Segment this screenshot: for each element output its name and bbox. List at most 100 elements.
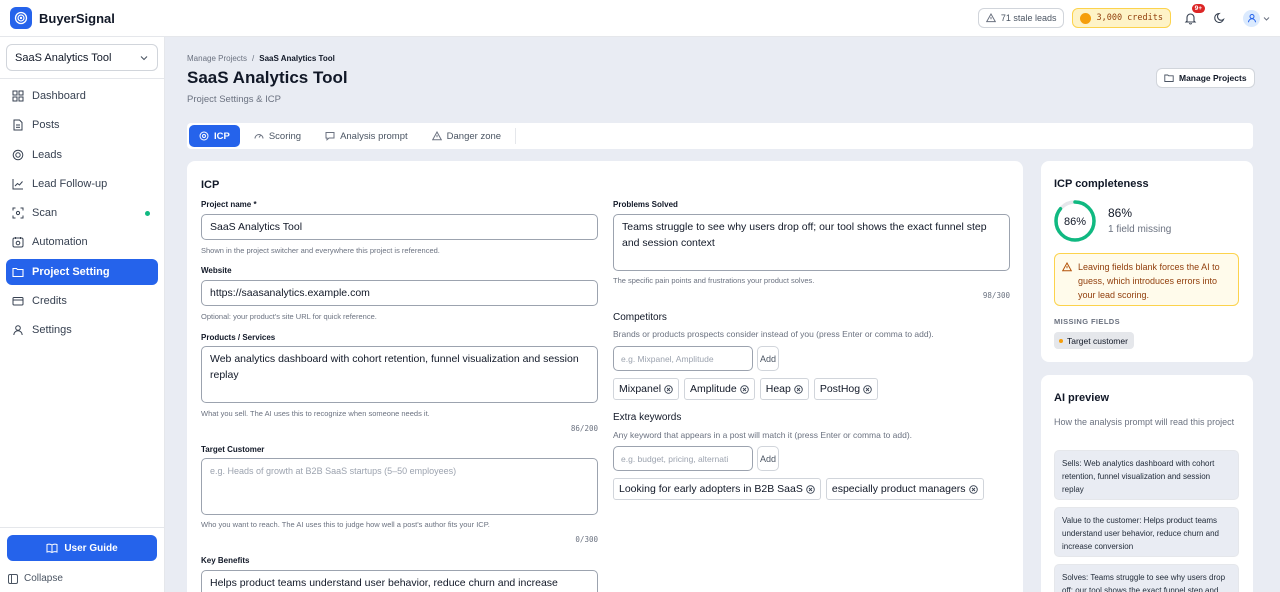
completeness-percent: 86% <box>1108 206 1133 220</box>
coin-icon <box>1080 12 1092 24</box>
keyword-chip: especially product managers <box>825 478 984 500</box>
preview-item: Sells: Web analytics dashboard with coho… <box>1054 450 1239 500</box>
problems-solved-textarea[interactable]: Teams struggle to see why users drop off… <box>613 214 1010 271</box>
sidebar-item-project-setting[interactable]: Project Setting <box>6 258 158 285</box>
keyword-chips: Looking for early adopters in B2B SaaS e… <box>613 478 984 500</box>
sidebar-item-label: Leads <box>32 148 62 161</box>
close-icon[interactable] <box>968 484 978 494</box>
tab-analysis-prompt[interactable]: Analysis prompt <box>315 125 418 147</box>
chip-label: Amplitude <box>690 383 737 395</box>
chart-icon <box>12 178 23 190</box>
missing-field-chip[interactable]: Target customer <box>1054 332 1134 349</box>
project-name-help: Shown in the project switcher and everyw… <box>201 246 440 255</box>
message-icon <box>325 132 335 141</box>
competitors-input[interactable]: e.g. Mixpanel, Amplitude <box>613 346 753 371</box>
manage-projects-button[interactable]: Manage Projects <box>1156 68 1255 88</box>
breadcrumb-parent-link[interactable]: Manage Projects <box>187 54 247 63</box>
settings-tabs: ICP Scoring Analysis prompt Danger zone <box>187 123 1253 149</box>
user-menu[interactable] <box>1243 9 1270 27</box>
chip-label: Mixpanel <box>619 383 662 395</box>
sidebar-item-dashboard[interactable]: Dashboard <box>6 83 158 109</box>
keywords-add-button[interactable]: Add <box>757 446 779 471</box>
project-switcher-label: SaaS Analytics Tool <box>15 51 112 64</box>
credits-button[interactable]: 3,000 credits <box>1072 8 1171 28</box>
keyword-chip: Looking for early adopters in B2B SaaS <box>613 478 821 500</box>
breadcrumb-separator: / <box>252 54 255 63</box>
sidebar-item-label: Automation <box>32 236 88 249</box>
sidebar-item-label: Credits <box>32 295 67 308</box>
completeness-ring: 86% <box>1054 200 1096 242</box>
sidebar-item-automation[interactable]: Automation <box>6 229 158 255</box>
products-textarea[interactable]: Web analytics dashboard with cohort rete… <box>201 346 598 403</box>
target-customer-counter: 0/300 <box>575 535 598 544</box>
competitors-help: Brands or products prospects consider in… <box>613 329 934 339</box>
user-icon <box>1247 14 1256 23</box>
website-help: Optional: your product's site URL for qu… <box>201 312 377 321</box>
brand-logo-icon[interactable] <box>10 7 32 29</box>
collapse-button[interactable]: Collapse <box>8 573 63 584</box>
competitors-add-button[interactable]: Add <box>757 346 779 371</box>
user-guide-button[interactable]: User Guide <box>7 535 157 561</box>
tab-scoring[interactable]: Scoring <box>244 125 311 147</box>
close-icon[interactable] <box>806 484 815 494</box>
stale-leads-button[interactable]: 71 stale leads <box>977 8 1065 28</box>
sidebar-item-scan[interactable]: Scan <box>6 200 158 226</box>
sidebar-item-settings[interactable]: Settings <box>6 317 158 343</box>
close-icon[interactable] <box>794 384 803 394</box>
sidebar: SaaS Analytics Tool Dashboard Posts Lead… <box>0 37 165 592</box>
tab-danger-zone[interactable]: Danger zone <box>422 125 511 147</box>
icp-form-card: ICP Project name * SaaS Analytics Tool S… <box>187 161 1023 592</box>
close-icon[interactable] <box>664 384 673 394</box>
competitor-chip: Mixpanel <box>613 378 680 400</box>
page-subtitle: Project Settings & ICP <box>187 94 281 105</box>
credits-icon <box>12 297 24 306</box>
project-switcher[interactable]: SaaS Analytics Tool <box>6 44 158 71</box>
competitor-chip: PostHog <box>813 378 879 400</box>
manage-projects-label: Manage Projects <box>1179 73 1247 83</box>
missing-dot <box>1059 338 1063 343</box>
target-customer-textarea[interactable]: e.g. Heads of growth at B2B SaaS startup… <box>201 458 598 515</box>
products-label: Products / Services <box>201 333 276 342</box>
key-benefits-label: Key Benefits <box>201 556 250 565</box>
warning-icon <box>431 131 442 141</box>
sidebar-item-posts[interactable]: Posts <box>6 112 158 138</box>
keywords-input[interactable]: e.g. budget, pricing, alternati <box>613 446 753 471</box>
breadcrumb: Manage Projects / SaaS Analytics Tool <box>187 54 335 63</box>
top-bar: BuyerSignal 71 stale leads 3,000 credits… <box>0 0 1280 37</box>
notifications-button[interactable]: 9+ <box>1179 4 1205 29</box>
missing-field-label: Target customer <box>1067 335 1128 346</box>
close-icon[interactable] <box>863 384 872 394</box>
warning-icon <box>985 13 996 23</box>
ai-preview-card: AI preview How the analysis prompt will … <box>1041 375 1253 592</box>
sidebar-divider <box>0 78 164 79</box>
sidebar-item-label: Posts <box>32 119 60 132</box>
icp-completeness-card: ICP completeness 86% 86% 1 field missing… <box>1041 161 1253 362</box>
competitor-chips: Mixpanel Amplitude Heap PostHog <box>613 378 879 400</box>
competitor-chip: Heap <box>759 378 809 400</box>
book-icon <box>46 543 58 554</box>
theme-toggle-button[interactable] <box>1209 7 1231 29</box>
problems-solved-label: Problems Solved <box>613 200 678 209</box>
sidebar-item-label: Settings <box>32 324 72 337</box>
keywords-help: Any keyword that appears in a post will … <box>613 430 913 440</box>
avatar <box>1243 9 1260 27</box>
sidebar-item-credits[interactable]: Credits <box>6 288 158 314</box>
target-customer-help: Who you want to reach. The AI uses this … <box>201 520 490 529</box>
sidebar-divider <box>0 527 164 528</box>
tab-label: Danger zone <box>446 130 502 142</box>
key-benefits-textarea[interactable]: Helps product teams understand user beha… <box>201 570 598 592</box>
gauge-icon <box>254 134 264 139</box>
warning-text: Leaving fields blank forces the AI to gu… <box>1078 262 1220 300</box>
missing-count: 1 field missing <box>1108 224 1172 235</box>
breadcrumb-current: SaaS Analytics Tool <box>259 54 335 63</box>
tab-icp[interactable]: ICP <box>189 125 240 147</box>
sidebar-item-leads[interactable]: Leads <box>6 142 158 168</box>
sidebar-item-label: Project Setting <box>32 265 110 278</box>
project-name-input[interactable]: SaaS Analytics Tool <box>201 214 598 240</box>
problems-solved-help: The specific pain points and frustration… <box>613 276 815 285</box>
website-input[interactable]: https://saasanalytics.example.com <box>201 280 598 306</box>
credits-label: 3,000 credits <box>1096 13 1163 23</box>
sidebar-item-lead-follow-up[interactable]: Lead Follow-up <box>6 171 158 197</box>
close-icon[interactable] <box>739 384 749 394</box>
page-title: SaaS Analytics Tool <box>187 68 348 87</box>
